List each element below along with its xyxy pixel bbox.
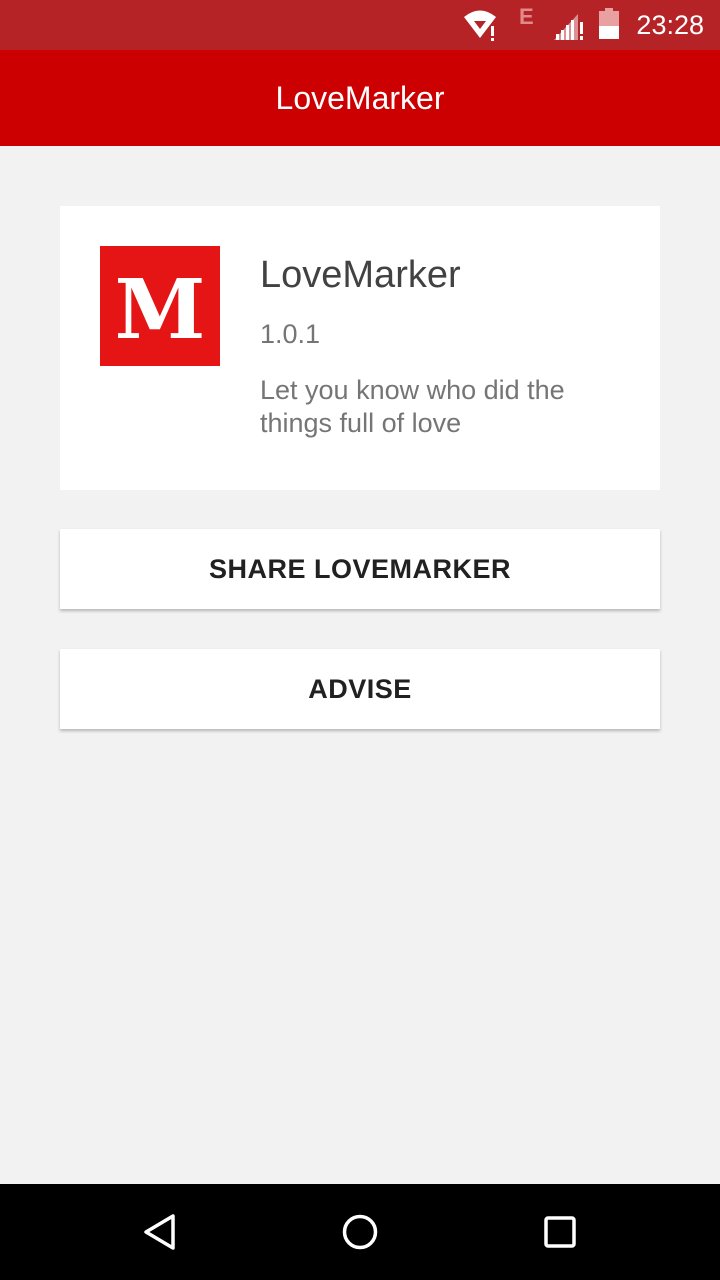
navigation-bar [0,1184,720,1280]
back-icon[interactable] [130,1202,190,1262]
battery-icon [598,8,620,45]
share-lovemarker-button[interactable]: SHARE LOVEMARKER [60,529,660,609]
app-bar-title: LoveMarker [275,79,445,116]
screen: E 23:28 LoveMarker M LoveMarker 1.0.1 Le… [0,0,720,1280]
wifi-alert-icon [462,8,498,47]
network-type-indicator: E [519,4,534,29]
signal-alert-icon [552,8,586,47]
app-bar: LoveMarker [0,50,720,146]
advise-button[interactable]: ADVISE [60,649,660,729]
app-logo: M [100,246,220,366]
app-name: LoveMarker [260,254,461,296]
app-logo-letter: M [115,262,206,358]
app-info-card: M LoveMarker 1.0.1 Let you know who did … [60,206,660,490]
app-version: 1.0.1 [260,319,321,349]
app-info-text: LoveMarker 1.0.1 Let you know who did th… [260,252,620,440]
recents-icon[interactable] [530,1202,590,1262]
status-time: 23:28 [636,10,704,40]
app-description: Let you know who did the things full of … [260,375,565,438]
home-icon[interactable] [330,1202,390,1262]
status-bar: E 23:28 [0,0,720,50]
